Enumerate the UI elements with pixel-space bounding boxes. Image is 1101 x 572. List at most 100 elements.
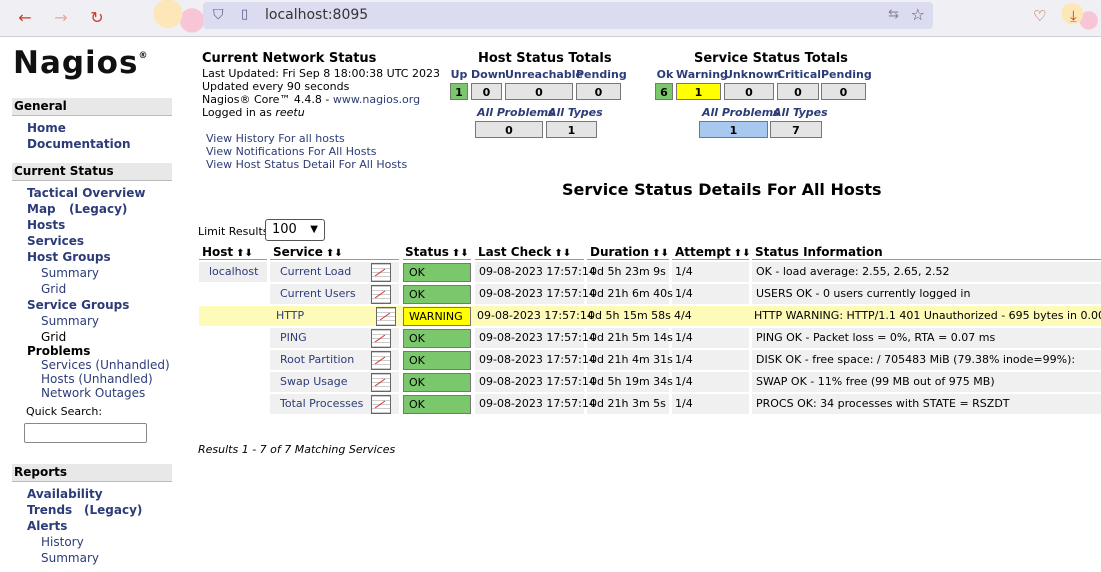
- version-text: Nagios® Core™ 4.4.8 -: [202, 93, 333, 106]
- host-pending-count[interactable]: 0: [576, 83, 621, 100]
- service-name-link[interactable]: Total Processes: [272, 394, 366, 414]
- page-icon: ▯: [241, 7, 249, 22]
- host-all-problems-label[interactable]: All Problems: [477, 106, 555, 119]
- svc-warning-count[interactable]: 1: [676, 83, 721, 100]
- svc-warning-label[interactable]: Warning: [676, 68, 728, 81]
- header-divider: [672, 259, 749, 260]
- reload-icon[interactable]: ↻: [86, 7, 108, 29]
- status-badge: OK: [403, 263, 471, 282]
- host-up-count[interactable]: 1: [450, 83, 468, 100]
- host-totals-title: Host Status Totals: [478, 51, 612, 66]
- performance-graph-icon[interactable]: [376, 307, 396, 326]
- host-all-types-count[interactable]: 1: [546, 121, 597, 138]
- status-information: DISK OK - free space: / 705483 MiB (79.3…: [756, 353, 1076, 366]
- status-information: HTTP WARNING: HTTP/1.1 401 Unauthorized …: [754, 309, 1101, 322]
- host-unreachable-label[interactable]: Unreachable: [505, 68, 583, 81]
- svc-all-types-count[interactable]: 7: [770, 121, 822, 138]
- last-check: 09-08-2023 17:57:14: [479, 353, 596, 366]
- performance-graph-icon[interactable]: [371, 395, 391, 414]
- svc-pending-label[interactable]: Pending: [821, 68, 872, 81]
- svc-all-problems-count[interactable]: 1: [699, 121, 768, 138]
- duration: 0d 21h 5m 14s: [590, 331, 673, 344]
- service-name-link[interactable]: Current Users: [272, 284, 366, 304]
- status-information: PING OK - Packet loss = 0%, RTA = 0.07 m…: [756, 331, 996, 344]
- status-information: PROCS OK: 34 processes with STATE = RSZD…: [756, 397, 1010, 410]
- sort-arrows-icon[interactable]: ⬆⬇: [554, 248, 571, 259]
- sort-arrows-icon[interactable]: ⬆⬇: [236, 248, 253, 259]
- view-notifications-link[interactable]: View Notifications For All Hosts: [206, 145, 377, 158]
- service-name-link[interactable]: PING: [272, 328, 366, 348]
- view-host-detail-link[interactable]: View Host Status Detail For All Hosts: [206, 158, 407, 171]
- attempt: 1/4: [675, 353, 693, 366]
- svc-unknown-label[interactable]: Unknown: [724, 68, 781, 81]
- svc-pending-count[interactable]: 0: [821, 83, 866, 100]
- sort-arrows-icon[interactable]: ⬆⬇: [326, 248, 343, 259]
- col-status-info-label: Status Information: [755, 245, 883, 259]
- sort-arrows-icon[interactable]: ⬆⬇: [452, 248, 469, 259]
- host-unreachable-count[interactable]: 0: [505, 83, 573, 100]
- attempt: 1/4: [675, 397, 693, 410]
- col-last-check[interactable]: Last Check ⬆⬇: [478, 245, 571, 259]
- limit-results-label: Limit Results:: [198, 225, 273, 238]
- sort-arrows-icon[interactable]: ⬆⬇: [734, 248, 751, 259]
- service-name-link[interactable]: HTTP: [272, 306, 366, 326]
- col-service[interactable]: Service ⬆⬇: [273, 245, 343, 259]
- svc-critical-label[interactable]: Critical: [777, 68, 821, 81]
- forward-arrow-icon[interactable]: →: [50, 7, 72, 29]
- duration: 0d 5h 23m 9s: [590, 265, 666, 278]
- col-host[interactable]: Host ⬆⬇: [202, 245, 253, 259]
- service-totals-title: Service Status Totals: [694, 51, 848, 66]
- performance-graph-icon[interactable]: [371, 263, 391, 282]
- back-arrow-icon[interactable]: ←: [14, 7, 36, 29]
- col-status-label: Status: [405, 245, 449, 259]
- duration: 0d 5h 15m 58s: [588, 309, 671, 322]
- host-name-link[interactable]: localhost: [199, 262, 267, 282]
- service-name-link[interactable]: Swap Usage: [272, 372, 366, 392]
- last-check: 09-08-2023 17:57:14: [479, 397, 596, 410]
- view-history-link[interactable]: View History For all hosts: [206, 132, 345, 145]
- host-down-label[interactable]: Down: [471, 68, 506, 81]
- theme-decoration-right: [1060, 0, 1101, 34]
- header-divider: [403, 259, 471, 260]
- download-icon[interactable]: ⤓: [1070, 7, 1077, 25]
- col-duration[interactable]: Duration ⬆⬇: [590, 245, 669, 259]
- main-content: Current Network Status Last Updated: Fri…: [0, 37, 1101, 572]
- attempt: 4/4: [674, 309, 692, 322]
- host-all-types-label[interactable]: All Types: [548, 106, 603, 119]
- col-status[interactable]: Status ⬆⬇: [405, 245, 469, 259]
- svc-ok-count[interactable]: 6: [655, 83, 673, 100]
- host-down-count[interactable]: 0: [471, 83, 502, 100]
- performance-graph-icon[interactable]: [371, 373, 391, 392]
- address-bar[interactable]: ⛉ ▯ localhost:8095 ⇆ ☆: [203, 2, 933, 29]
- col-attempt[interactable]: Attempt ⬆⬇: [675, 245, 751, 259]
- host-pending-label[interactable]: Pending: [576, 68, 627, 81]
- pocket-icon[interactable]: ♡: [1033, 7, 1046, 25]
- svc-critical-count[interactable]: 0: [777, 83, 819, 100]
- limit-results-select[interactable]: 100 ▼: [265, 219, 325, 241]
- svc-unknown-count[interactable]: 0: [724, 83, 774, 100]
- host-all-problems-count[interactable]: 0: [475, 121, 543, 138]
- svc-ok-label[interactable]: Ok: [655, 68, 675, 81]
- sort-arrows-icon[interactable]: ⬆⬇: [652, 248, 669, 259]
- url-text[interactable]: localhost:8095: [265, 7, 368, 23]
- svc-all-types-label[interactable]: All Types: [773, 106, 828, 119]
- host-up-label[interactable]: Up: [449, 68, 469, 81]
- bookmark-star-icon[interactable]: ☆: [911, 5, 925, 24]
- translate-icon[interactable]: ⇆: [888, 7, 899, 22]
- svc-all-problems-label[interactable]: All Problems: [702, 106, 780, 119]
- service-name-link[interactable]: Root Partition: [272, 350, 366, 370]
- nagios-org-link[interactable]: www.nagios.org: [333, 93, 420, 106]
- version-line: Nagios® Core™ 4.4.8 - www.nagios.org: [202, 93, 420, 106]
- last-updated: Last Updated: Fri Sep 8 18:00:38 UTC 202…: [202, 67, 440, 80]
- col-duration-label: Duration: [590, 245, 650, 259]
- status-badge: OK: [403, 395, 471, 414]
- performance-graph-icon[interactable]: [371, 285, 391, 304]
- performance-graph-icon[interactable]: [371, 351, 391, 370]
- performance-graph-icon[interactable]: [371, 329, 391, 348]
- shield-icon[interactable]: ⛉: [213, 7, 224, 23]
- logged-in-line: Logged in as reetu: [202, 106, 305, 119]
- service-name-link[interactable]: Current Load: [272, 262, 366, 282]
- header-divider: [587, 259, 669, 260]
- logged-in-text: Logged in as: [202, 106, 276, 119]
- status-badge: OK: [403, 285, 471, 304]
